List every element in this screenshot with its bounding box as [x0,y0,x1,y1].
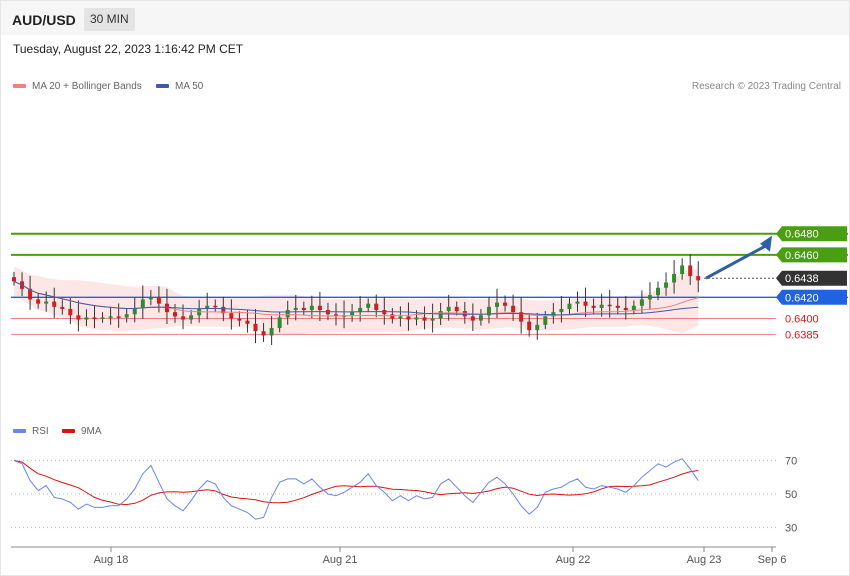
candle-body [470,316,475,321]
candle-body [575,301,580,304]
candle-body [583,301,588,306]
candle-body [382,310,387,315]
candle-body [92,317,97,319]
candle-body [68,308,73,316]
candle-body [478,315,483,321]
candle-body [398,316,403,319]
candle-body [156,297,161,304]
candle-body [374,303,379,311]
time-axis-label: Aug 22 [556,554,591,566]
candle-body [60,306,65,309]
candle-body [639,299,644,306]
candle-body [253,323,258,332]
candle-body [688,265,693,277]
candle-body [124,314,129,318]
candle-body [495,302,499,307]
candle-body [543,316,548,325]
candle-body [672,273,677,283]
candle-body [454,306,459,312]
candle-body [647,295,652,300]
candle-body [84,317,89,320]
candle-body [414,317,419,320]
level-tag-text-2: 0.6438 [785,273,819,285]
level-tag-text-4: 0.6400 [785,314,819,326]
candle-body [656,287,660,296]
time-axis-label: Aug 21 [323,554,358,566]
rsi-level-label: 30 [785,523,797,535]
rsi-level-label: 70 [785,455,797,467]
candle-body [52,301,57,307]
candle-body [36,299,41,304]
candle-body [140,299,145,308]
candle-body [277,317,282,329]
rsi-ma-line [13,459,699,506]
rsi-line [13,458,699,520]
candle-body [406,316,411,320]
candle-body [229,313,234,319]
candle-body [189,315,194,320]
candle-body [245,320,250,324]
candle-body [607,304,612,307]
candle-body [567,303,572,309]
candle-body [309,305,314,311]
candle-body [148,297,153,300]
bollinger-band [14,266,699,335]
candle-body [301,307,306,311]
level-tag-text-0: 0.6480 [785,229,819,241]
candle-body [535,324,540,331]
candle-body [44,301,49,304]
candle-body [527,321,532,331]
candle-body [503,302,508,306]
candle-body [12,277,16,282]
candle-body [664,282,669,288]
price-chart[interactable]: 0.6480 0.6460 0.6438 0.6420 0.6400 0.6385 70 50… [0,0,850,576]
candle-body [350,312,355,316]
candle-body [430,318,435,321]
time-axis-label: Aug 23 [687,554,722,566]
candle-body [599,304,604,308]
candle-body [366,303,371,308]
candle-body [631,305,636,311]
time-axis-label: Aug 18 [94,554,129,566]
candle-body [623,307,628,311]
candle-body [237,318,242,321]
level-tag-text-3: 0.6420 [785,292,819,304]
level-tag-text-1: 0.6460 [785,250,819,262]
candle-body [438,311,443,319]
level-tag-text-5: 0.6385 [785,329,819,341]
candle-body [269,328,274,336]
candle-body [591,305,596,308]
candle-body [100,317,105,319]
rsi-level-label: 50 [785,489,797,501]
candle-body [422,317,427,321]
candle-body [390,314,395,319]
candle-body [559,308,564,313]
candle-body [181,316,186,320]
time-axis-label: Sep 6 [758,554,787,566]
candle-body [696,276,701,281]
candle-body [446,306,451,312]
candle-body [511,305,516,313]
candle-body [680,265,685,274]
candle-body [116,316,121,318]
candle-body [213,305,218,308]
candle-body [615,305,620,308]
candle-body [293,307,298,311]
candle-body [173,312,177,317]
candle-body [76,315,81,320]
candle-body [317,305,322,311]
candle-body [285,310,290,318]
candle-body [261,331,266,336]
candle-body [108,316,113,318]
forecast-arrow [705,244,767,280]
